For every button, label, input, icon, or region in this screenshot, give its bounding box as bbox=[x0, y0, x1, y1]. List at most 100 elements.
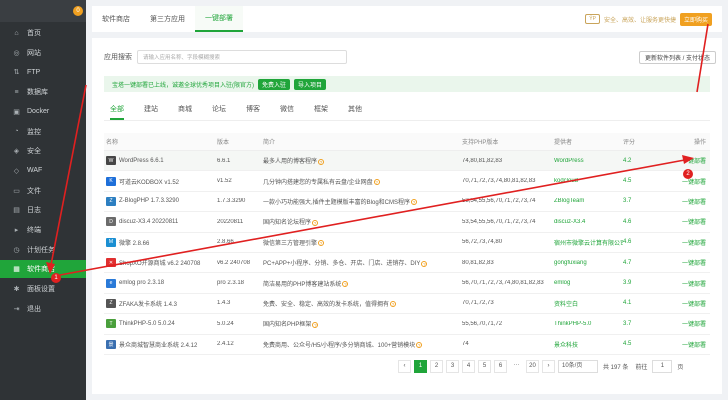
one-click-deploy-button[interactable]: 一键部署 bbox=[673, 197, 710, 206]
buy-now-button[interactable]: 立即购买 bbox=[679, 12, 712, 26]
one-click-deploy-button[interactable]: 一键部署 bbox=[673, 217, 710, 226]
sidebar-item-1[interactable]: ◎ 网站 bbox=[0, 44, 86, 62]
sidebar: 0 ⌂ 首页 ◎ 网站 ⇅ FTP ≡ 数据库 ▣ Docker ◔ 监控 ◈ 安全 ◇ WAF ▭ 文件 ▤ 日志 ▸… bbox=[0, 0, 86, 400]
app-provider-link[interactable]: 宿州市微擎云计算有限公司 bbox=[554, 238, 623, 247]
page-button[interactable]: 5 bbox=[478, 360, 491, 373]
one-click-deploy-button[interactable]: 一键部署 bbox=[673, 258, 710, 267]
app-provider-link[interactable]: ZBlogTeam bbox=[554, 198, 623, 204]
app-php-versions: 74,80,81,82,83 bbox=[462, 157, 503, 164]
table-row: K 可道云KODBOX v1.52 v1.52 几分钟内搭建您的专属私有云盘/企业网盘… bbox=[104, 171, 710, 192]
app-logo-icon: Z bbox=[106, 298, 116, 308]
sidebar-item-4[interactable]: ▣ Docker bbox=[0, 103, 86, 121]
help-icon[interactable]: ? bbox=[342, 280, 349, 287]
app-provider-link[interactable]: 景众科技 bbox=[554, 340, 623, 349]
pagination: ‹ 1 2 3 4 5 6 ··· 20 › 10条/页共 197 条前往 1 页 bbox=[398, 360, 685, 373]
sidebar-item-5[interactable]: ◔ 监控 bbox=[0, 123, 86, 141]
one-click-deploy-button[interactable]: 一键部署 bbox=[673, 319, 710, 328]
sidebar-item-label: 首页 bbox=[27, 30, 41, 37]
sidebar-item-9[interactable]: ▤ 日志 bbox=[0, 201, 86, 219]
help-icon[interactable]: ? bbox=[421, 260, 428, 267]
app-provider-link[interactable]: WordPress bbox=[554, 158, 623, 164]
sidebar-item-10[interactable]: ▸ 终端 bbox=[0, 221, 86, 239]
app-description: 几分钟内搭建您的专属私有云盘/企业网盘 bbox=[263, 179, 373, 186]
sidebar-item-3[interactable]: ≡ 数据库 bbox=[0, 83, 86, 101]
app-table: 名称 版本 简介 支持PHP版本 提供者 评分 操作 W WordPress 6.6.1 6.6… bbox=[104, 133, 710, 355]
main-panel: 应用搜索 请输入应用名称、字段模糊搜索 更新软件列表 / 支付状态 宝塔一键部署… bbox=[92, 38, 722, 394]
help-icon[interactable]: ? bbox=[411, 199, 418, 206]
top-tab-2[interactable]: 一键部署 bbox=[195, 6, 243, 32]
one-click-deploy-button[interactable]: 一键部署 bbox=[673, 279, 710, 288]
app-name-cell: W WordPress 6.6.1 bbox=[104, 156, 217, 166]
next-page-button[interactable]: › bbox=[542, 360, 555, 373]
one-click-deploy-button[interactable]: 一键部署 bbox=[673, 299, 710, 308]
search-input[interactable]: 请输入应用名称、字段模糊搜索 bbox=[137, 50, 347, 64]
page-button[interactable]: 4 bbox=[462, 360, 475, 373]
sidebar-item-label: 网站 bbox=[27, 49, 41, 57]
sidebar-item-13[interactable]: ✱ 面板设置 bbox=[0, 280, 86, 298]
per-page-select[interactable]: 10条/页 bbox=[558, 360, 598, 373]
app-provider-link[interactable]: emlog bbox=[554, 280, 623, 286]
page-button[interactable]: 6 bbox=[494, 360, 507, 373]
column-header: 名称 bbox=[106, 140, 119, 146]
app-provider-link[interactable]: ThinkPHP-5.0 bbox=[554, 321, 623, 327]
page-button: ··· bbox=[513, 362, 520, 368]
app-version: 5.0.24 bbox=[217, 320, 234, 327]
help-icon[interactable]: ? bbox=[373, 179, 380, 185]
help-icon[interactable]: ? bbox=[318, 240, 325, 247]
page-button[interactable]: 1 bbox=[414, 360, 427, 373]
import-project-button[interactable]: 导入项目 bbox=[294, 78, 327, 90]
one-click-deploy-button[interactable]: 一键部署 bbox=[673, 177, 710, 186]
page-button[interactable]: 20 bbox=[526, 360, 539, 373]
category-tab[interactable]: 博客 bbox=[246, 104, 260, 120]
search-label: 应用搜索 bbox=[104, 54, 132, 61]
goto-page-input[interactable]: 1 bbox=[652, 360, 673, 373]
category-tab[interactable]: 商城 bbox=[178, 104, 192, 120]
sidebar-item-2[interactable]: ⇅ FTP bbox=[0, 63, 86, 81]
one-click-deploy-button[interactable]: 一键部署 bbox=[673, 156, 710, 165]
notification-badge[interactable]: 0 bbox=[73, 6, 83, 16]
category-tab[interactable]: 全部 bbox=[110, 104, 124, 120]
app-name-cell: K 可道云KODBOX v1.52 bbox=[104, 176, 217, 186]
app-name: Z-BlogPHP 1.7.3.3290 bbox=[119, 198, 179, 205]
one-click-deploy-button[interactable]: 一键部署 bbox=[673, 238, 710, 247]
category-tab[interactable]: 框架 bbox=[314, 104, 328, 120]
sidebar-item-14[interactable]: ⇥ 退出 bbox=[0, 300, 86, 318]
app-provider-link[interactable]: 资料空白 bbox=[554, 299, 623, 308]
page-button[interactable]: 2 bbox=[430, 360, 443, 373]
sidebar-item-11[interactable]: ◷ 计划任务 bbox=[0, 241, 86, 259]
table-row: e emlog pro 2.3.18 pro 2.3.18 简洁易用的PHP博客建站系… bbox=[104, 273, 710, 294]
app-provider-link[interactable]: kodcloud bbox=[554, 178, 623, 184]
category-tab[interactable]: 其他 bbox=[348, 104, 362, 120]
category-tab[interactable]: 建站 bbox=[144, 104, 158, 120]
update-list-button[interactable]: 更新软件列表 / 支付状态 bbox=[638, 51, 716, 64]
help-icon[interactable]: ? bbox=[318, 158, 325, 165]
app-provider-link[interactable]: discuz-X3.4 bbox=[554, 219, 623, 225]
prev-page-button[interactable]: ‹ bbox=[398, 360, 411, 373]
gear-icon: ✱ bbox=[13, 286, 20, 294]
sidebar-item-0[interactable]: ⌂ 首页 bbox=[0, 24, 86, 42]
top-tab-1[interactable]: 第三方应用 bbox=[140, 6, 195, 32]
help-icon[interactable]: ? bbox=[312, 219, 319, 226]
help-icon[interactable]: ? bbox=[312, 321, 319, 328]
one-click-deploy-button[interactable]: 一键部署 bbox=[673, 340, 710, 349]
app-logo-icon: W bbox=[106, 156, 116, 166]
app-provider-link[interactable]: gongfuxiang bbox=[554, 260, 623, 266]
sidebar-item-6[interactable]: ◈ 安全 bbox=[0, 142, 86, 160]
app-php-versions: 56,72,73,74,80 bbox=[462, 239, 503, 246]
sidebar-item-7[interactable]: ◇ WAF bbox=[0, 162, 86, 180]
page-button[interactable]: 3 bbox=[446, 360, 459, 373]
app-name-cell: 景景众商城智慧商业系统 2.4.12 bbox=[104, 339, 217, 349]
category-tab[interactable]: 微信 bbox=[280, 104, 294, 120]
help-icon[interactable]: ? bbox=[416, 342, 423, 349]
app-php-versions: 53,54,55,56,70,71,72,73,74 bbox=[462, 218, 536, 225]
column-header: 操作 bbox=[693, 140, 706, 146]
table-row: T ThinkPHP-5.0 5.0.24 5.0.24 国内知名PHP框架? 55,5… bbox=[104, 314, 710, 335]
free-join-button[interactable]: 免费入驻 bbox=[258, 78, 291, 90]
sidebar-item-label: 文件 bbox=[27, 187, 41, 195]
help-icon[interactable]: ? bbox=[390, 301, 397, 308]
top-tab-0[interactable]: 软件商店 bbox=[92, 6, 140, 32]
category-tab[interactable]: 论坛 bbox=[212, 104, 226, 120]
sidebar-item-8[interactable]: ▭ 文件 bbox=[0, 182, 86, 200]
app-score: 4.5 bbox=[623, 178, 632, 185]
sidebar-item-12[interactable]: ▦ 软件商店 bbox=[0, 260, 86, 279]
